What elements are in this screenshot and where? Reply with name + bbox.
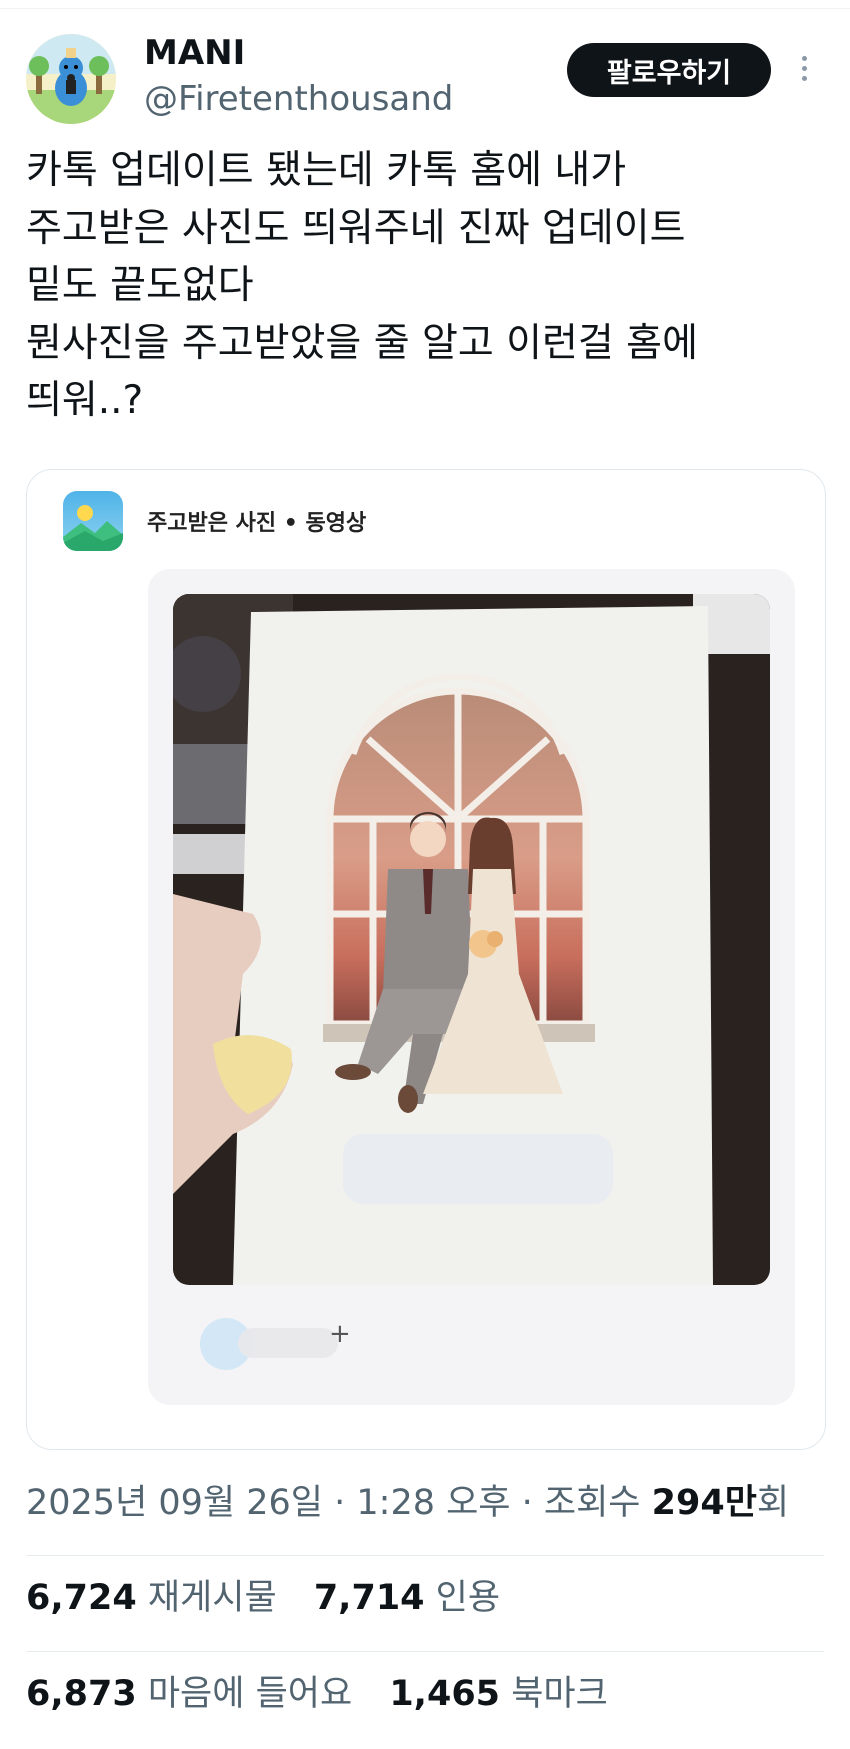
avatar-illustration xyxy=(26,34,116,124)
reposts-stat[interactable]: 6,724 재게시물 xyxy=(26,1576,277,1620)
engagement-row: 6,724 재게시물 7,714 인용 xyxy=(26,1576,526,1620)
card-title: 주고받은 사진 • 동영상 xyxy=(147,511,367,536)
tweet-media-card[interactable]: 주고받은 사진 • 동영상 + xyxy=(26,469,826,1450)
tweet-line: 카톡 업데이트 됐는데 카톡 홈에 내가 xyxy=(26,148,627,193)
quotes-stat[interactable]: 7,714 인용 xyxy=(314,1576,500,1620)
bookmarks-label: 북마크 xyxy=(511,1674,608,1714)
meta-separator: · xyxy=(323,1483,357,1523)
divider xyxy=(26,1651,824,1652)
quotes-label: 인용 xyxy=(435,1578,501,1618)
sender-avatar xyxy=(178,1314,338,1374)
top-divider xyxy=(0,8,850,9)
views-count: 294만 xyxy=(651,1483,757,1523)
bookmarks-stat[interactable]: 1,465 북마크 xyxy=(389,1672,607,1716)
plus-icon[interactable]: + xyxy=(329,1319,351,1349)
tweet-meta: 2025년 09월 26일 · 1:28 오후 · 조회수 294만회 xyxy=(26,1481,789,1525)
views-suffix: 회 xyxy=(756,1483,790,1523)
photo-gallery-icon xyxy=(63,491,123,551)
tweet-line: 밑도 끝도없다 xyxy=(26,263,254,308)
meta-separator: · xyxy=(510,1483,544,1523)
wedding-card-photo[interactable] xyxy=(173,594,770,1285)
likes-count: 6,873 xyxy=(26,1674,137,1714)
avatar[interactable] xyxy=(26,34,116,124)
reposts-label: 재게시물 xyxy=(147,1578,277,1618)
reposts-count: 6,724 xyxy=(26,1578,137,1618)
author-handle[interactable]: @Firetenthousand xyxy=(144,78,453,120)
tweet-line: 주고받은 사진도 띄워주네 진짜 업데이트 xyxy=(26,205,686,251)
shared-photo-panel[interactable]: + xyxy=(148,569,795,1405)
tweet-line: 뭔사진을 주고받았을 줄 알고 이런걸 홈에 xyxy=(26,320,698,366)
likes-label: 마음에 들어요 xyxy=(147,1674,353,1714)
quotes-count: 7,714 xyxy=(313,1578,425,1618)
post-time: 1:28 오후 xyxy=(356,1483,511,1523)
views-label: 조회수 xyxy=(543,1483,652,1523)
tweet-line: 띄워..? xyxy=(26,378,144,423)
divider xyxy=(26,1555,824,1556)
author-name[interactable]: MANI xyxy=(144,32,245,74)
follow-button[interactable]: 팔로우하기 xyxy=(567,43,771,97)
tweet-text: 카톡 업데이트 됐는데 카톡 홈에 내가 주고받은 사진도 띄워주네 진짜 업데… xyxy=(26,142,826,430)
bookmarks-count: 1,465 xyxy=(389,1674,501,1714)
engagement-row: 6,873 마음에 들어요 1,465 북마크 xyxy=(26,1672,634,1716)
likes-stat[interactable]: 6,873 마음에 들어요 xyxy=(26,1672,352,1716)
more-vertical-icon[interactable] xyxy=(792,52,816,88)
post-date: 2025년 09월 26일 xyxy=(26,1483,323,1523)
